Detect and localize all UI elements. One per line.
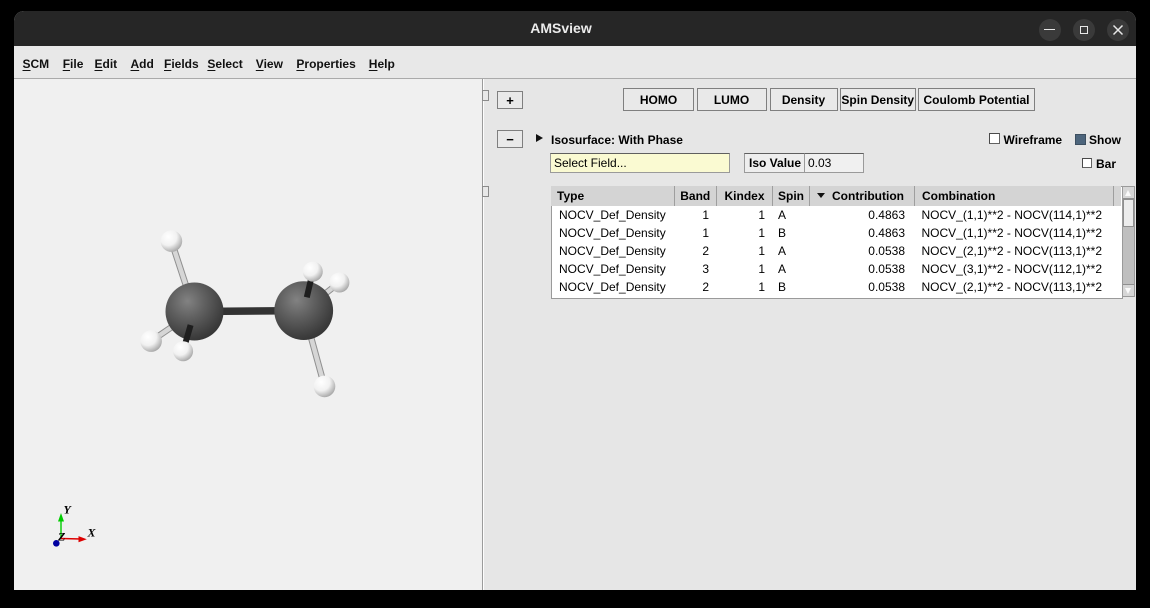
svg-text:Y: Y [64, 503, 73, 517]
svg-text:Z: Z [57, 530, 66, 544]
svg-text:X: X [87, 526, 97, 540]
